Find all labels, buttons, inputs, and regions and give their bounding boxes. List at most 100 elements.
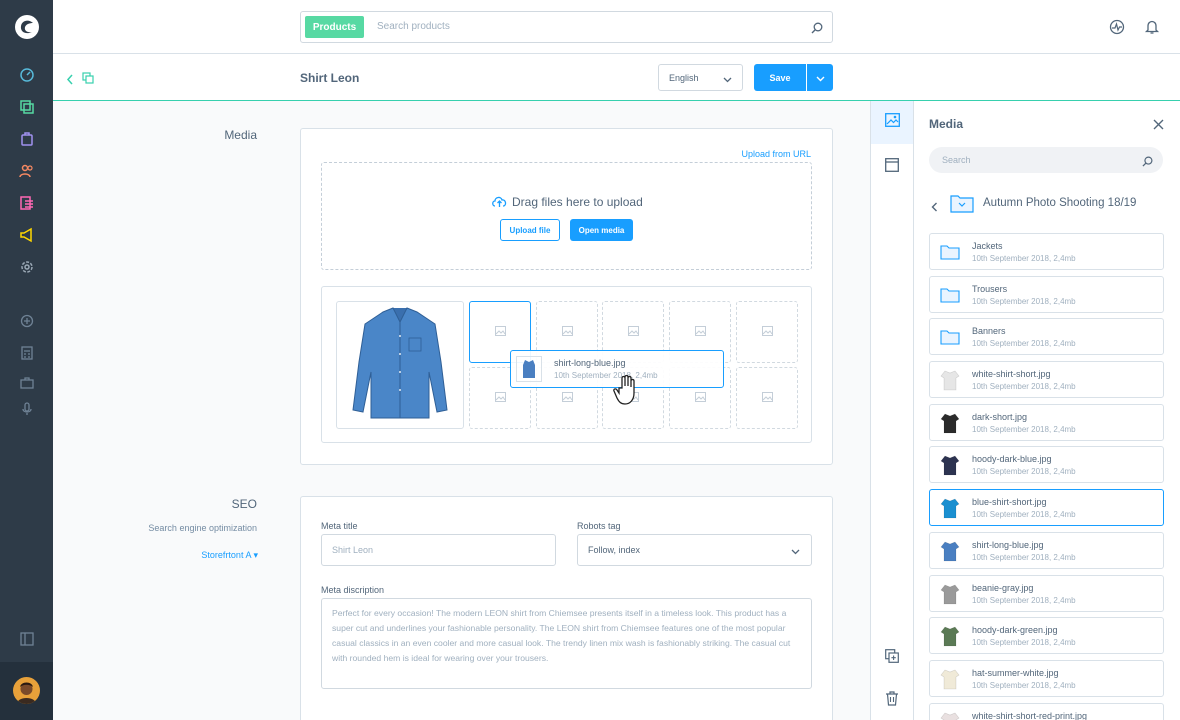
media-list-item[interactable]: hat-summer-white.jpg 10th September 2018,… [929,660,1164,697]
dashboard-icon[interactable] [16,64,38,86]
media-list-item[interactable]: beanie-gray.jpg 10th September 2018, 2,4m… [929,575,1164,612]
briefcase-icon[interactable] [16,372,38,394]
open-folder-icon [950,193,974,218]
duplicate-add-icon[interactable] [885,649,899,668]
media-list-item[interactable]: white-shirt-short.jpg 10th September 2018… [929,361,1164,398]
layout-icon[interactable] [885,158,899,177]
meta-description-textarea[interactable]: Perfect for every occasion! The modern L… [321,598,812,689]
media-item-name: dark-short.jpg [972,412,1028,422]
current-folder-name: Autumn Photo Shooting 18/19 [983,197,1137,209]
storefront-selector[interactable]: Storefrtont A ▾ [160,550,258,561]
media-search-input[interactable]: Search [942,155,971,165]
cover-image-shirt-long-blue[interactable] [336,301,464,429]
media-list-item[interactable]: hoody-dark-blue.jpg 10th September 2018, … [929,446,1164,483]
image-placeholder-icon [761,323,773,341]
image-placeholder-icon [627,323,639,341]
folder-icon [938,325,962,349]
catalogue-icon[interactable] [16,96,38,118]
robots-tag-select[interactable]: Follow, index [577,534,812,566]
upload-file-button[interactable]: Upload file [500,219,560,241]
media-list-item[interactable]: Banners 10th September 2018, 2,4mb [929,318,1164,355]
media-list-item[interactable]: shirt-long-blue.jpg 10th September 2018, … [929,532,1164,569]
upload-dropzone[interactable]: Drag files here to upload Upload file Op… [321,162,812,270]
media-list-item[interactable]: Jackets 10th September 2018, 2,4mb [929,233,1164,270]
search-type-pill[interactable]: Products [305,16,364,38]
microphone-icon[interactable] [16,398,38,420]
customers-icon[interactable] [16,160,38,182]
seo-section-label: SEO [231,497,257,511]
upload-from-url-link[interactable]: Upload from URL [700,149,811,159]
gallery-slot[interactable] [736,367,798,429]
media-list-item[interactable]: Trousers 10th September 2018, 2,4mb [929,276,1164,313]
media-item-meta: 10th September 2018, 2,4mb [972,467,1076,476]
language-value: English [669,73,699,83]
media-section-label: Media [224,128,257,142]
collapse-sidebar-icon[interactable] [16,628,38,650]
activity-icon[interactable] [1109,19,1125,40]
back-chevron-icon[interactable] [66,72,74,90]
close-icon[interactable] [1153,117,1164,135]
media-thumbnail [938,710,962,720]
image-placeholder-icon [761,389,773,407]
media-item-meta: 10th September 2018, 2,4mb [972,681,1076,690]
media-item-meta: 10th September 2018, 2,4mb [972,297,1076,306]
avatar[interactable] [13,677,40,704]
global-search[interactable]: Products Search products [300,11,833,43]
image-placeholder-icon [494,323,506,341]
trash-icon[interactable] [885,691,899,711]
cloud-upload-icon [491,195,508,213]
marketing-icon[interactable] [16,224,38,246]
media-list-item[interactable]: hoody-dark-green.jpg 10th September 2018,… [929,617,1164,654]
calculator-icon[interactable] [16,342,38,364]
media-item-meta: 10th September 2018, 2,4mb [972,638,1076,647]
duplicate-icon[interactable] [82,71,94,89]
media-item-name: white-shirt-short.jpg [972,369,1051,379]
meta-title-input[interactable]: Shirt Leon [321,534,556,566]
search-icon[interactable] [811,21,823,39]
media-item-name: white-shirt-short-red-print.jpg [972,711,1088,720]
media-thumbnail [938,411,962,435]
sidebar-tool-column [870,101,914,720]
back-chevron-icon[interactable] [931,199,938,217]
image-placeholder-icon [561,389,573,407]
gallery-slot[interactable] [736,301,798,363]
save-options-button[interactable] [807,64,833,91]
media-item-name: hat-summer-white.jpg [972,668,1059,678]
robots-tag-value: Follow, index [588,545,641,555]
image-placeholder-icon [561,323,573,341]
add-plugin-icon[interactable] [16,310,38,332]
media-item-meta: 10th September 2018, 2,4mb [972,510,1076,519]
chevron-down-icon [791,547,800,557]
media-item-meta: 10th September 2018, 2,4mb [972,425,1076,434]
media-tab-button[interactable] [871,101,913,144]
media-thumbnail [938,582,962,606]
shopware-logo-icon[interactable] [14,14,40,40]
seo-section-sublabel: Search engine optimization [148,523,257,533]
page-title: Shirt Leon [300,71,360,85]
media-list-item[interactable]: dark-short.jpg 10th September 2018, 2,4mb [929,404,1164,441]
bell-icon[interactable] [1144,19,1160,40]
orders-icon[interactable] [16,128,38,150]
media-search-field[interactable]: Search [929,147,1163,173]
save-button[interactable]: Save [754,64,806,91]
open-media-button[interactable]: Open media [570,219,633,241]
image-icon [884,113,900,132]
search-icon [1142,154,1153,172]
shirt-image [352,307,448,419]
media-item-meta: 10th September 2018, 2,4mb [972,382,1076,391]
content-icon[interactable] [16,192,38,214]
drag-files-text: Drag files here to upload [512,195,643,209]
media-item-name: Jackets [972,241,1003,251]
search-input[interactable]: Search products [377,21,450,32]
settings-icon[interactable] [16,256,38,278]
media-panel-title: Media [929,117,964,131]
media-thumbnail [938,368,962,392]
media-thumbnail [938,624,962,648]
media-list-item[interactable]: white-shirt-short-red-print.jpg [929,703,1164,720]
drag-preview-thumbnail [516,356,542,382]
media-list-item[interactable]: blue-shirt-short.jpg 10th September 2018,… [929,489,1164,526]
chevron-down-icon [723,75,732,85]
media-thumbnail [938,667,962,691]
grab-cursor-icon [612,374,642,411]
language-select[interactable]: English [658,64,743,91]
